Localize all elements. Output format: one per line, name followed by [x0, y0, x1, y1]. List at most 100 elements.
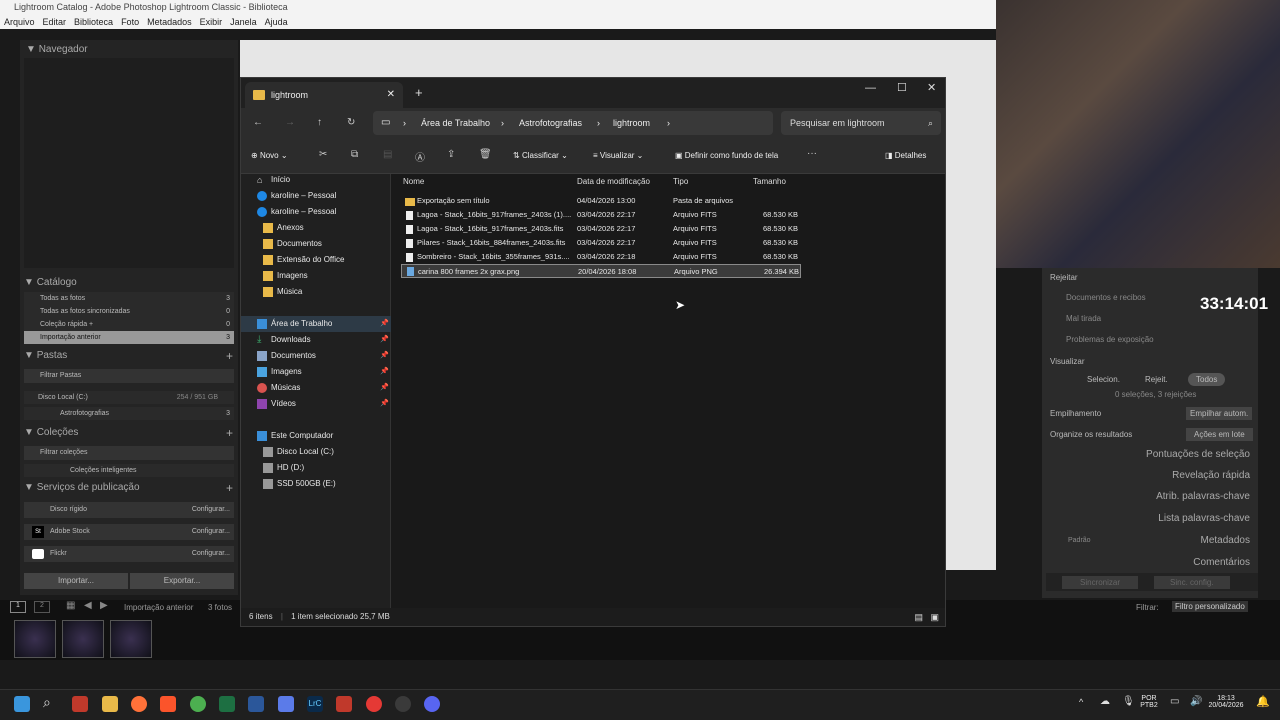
menu-foto[interactable]: Foto [121, 15, 139, 29]
forward-icon[interactable]: → [285, 117, 295, 128]
nav-drive-c[interactable]: Disco Local (C:) [261, 444, 397, 460]
nav-documentos[interactable]: Documentos [261, 236, 397, 252]
menu-biblioteca[interactable]: Biblioteca [74, 15, 113, 29]
filter-select[interactable]: Filtro personalizado [1172, 601, 1248, 612]
add-publish-icon[interactable]: + [226, 481, 233, 495]
nav-anexos[interactable]: Anexos [261, 220, 397, 236]
word-icon[interactable] [248, 696, 264, 712]
minimize-icon[interactable]: — [865, 82, 876, 94]
network-icon[interactable]: ▭ [1170, 696, 1179, 707]
brave-icon[interactable] [160, 696, 176, 712]
nav-musica[interactable]: Música [261, 284, 397, 300]
view-rejected[interactable]: Rejeit. [1145, 375, 1168, 384]
view-all[interactable]: Todos [1188, 373, 1226, 386]
rename-icon[interactable]: Ⓐ [415, 149, 425, 164]
folder-astrofotografias[interactable]: Astrofotografias 3 [24, 407, 234, 420]
app-icon[interactable] [278, 696, 294, 712]
search-taskbar-icon[interactable]: ⌕ [43, 694, 51, 711]
refresh-icon[interactable]: ↻ [347, 117, 355, 128]
smart-collections[interactable]: Coleções inteligentes [24, 464, 234, 477]
catalog-item-selected[interactable]: Importação anterior 3 [24, 331, 234, 344]
back-icon[interactable]: ← [253, 117, 263, 128]
file-row[interactable]: Lagoa - Stack_16bits_917frames_2403s (1)… [401, 208, 801, 222]
more-icon[interactable]: ··· [807, 148, 817, 159]
catalog-item[interactable]: Todas as fotos sincronizadas 0 [24, 305, 234, 318]
menu-arquivo[interactable]: Arquivo [4, 15, 35, 29]
publish-flickr[interactable]: Flickr Configurar... [24, 546, 234, 562]
nav-this-pc[interactable]: Este Computador [255, 428, 391, 444]
menu-exibir[interactable]: Exibir [200, 15, 223, 29]
volume-icon[interactable]: 🔊 [1190, 696, 1202, 707]
sync-settings-button[interactable]: Sinc. config. [1154, 576, 1230, 589]
auto-stack-button[interactable]: Empilhar autom. [1186, 407, 1253, 420]
discord-icon[interactable] [424, 696, 440, 712]
configure-link[interactable]: Configurar... [192, 502, 230, 518]
catalog-header[interactable]: ▼ Catálogo [24, 277, 77, 288]
view-picked[interactable]: Selecion. [1087, 375, 1120, 384]
new-button[interactable]: ⊕ Novo ⌄ [251, 151, 288, 160]
maximize-icon[interactable]: ☐ [897, 81, 907, 94]
film-thumbnail[interactable] [14, 620, 56, 658]
section-keyword-list[interactable]: Lista palavras-chave [1158, 513, 1250, 524]
configure-link[interactable]: Configurar... [192, 546, 230, 562]
check-bad-shot[interactable]: Mal tirada [1066, 314, 1101, 323]
quick-downloads[interactable]: ⤓ Downloads 📌 [255, 332, 391, 348]
navigator-header[interactable]: ▼ Navegador [26, 44, 88, 55]
quick-desktop[interactable]: Área de Trabalho 📌 [241, 316, 391, 332]
up-icon[interactable]: ↑ [317, 117, 322, 128]
delete-icon[interactable]: 🗑 [479, 149, 492, 160]
batch-actions-button[interactable]: Ações em lote [1186, 428, 1253, 441]
start-icon[interactable] [14, 696, 30, 712]
breadcrumb-desktop[interactable]: Área de Trabalho [421, 111, 490, 135]
menu-janela[interactable]: Janela [230, 15, 257, 29]
address-bar[interactable]: ▭ › Área de Trabalho › Astrofotografias … [373, 111, 773, 135]
view-button[interactable]: ≡ Visualizar ⌄ [593, 151, 643, 160]
add-collection-icon[interactable]: + [226, 426, 233, 440]
quick-music[interactable]: Músicas 📌 [255, 380, 391, 396]
col-name[interactable]: Nome [403, 177, 424, 186]
tray-chevron-icon[interactable]: ^ [1079, 697, 1083, 707]
excel-icon[interactable] [219, 696, 235, 712]
publish-adobe-stock[interactable]: St Adobe Stock Configurar... [24, 524, 234, 540]
metadata-preset[interactable]: Padrão [1068, 537, 1091, 544]
quick-videos[interactable]: Vídeos 📌 [255, 396, 391, 412]
menu-metadados[interactable]: Metadados [147, 15, 192, 29]
file-row-selected[interactable]: carina 800 frames 2x grax.png 20/04/2026 … [401, 264, 801, 278]
breadcrumb-astro[interactable]: Astrofotografias [519, 111, 582, 135]
collections-header[interactable]: ▼ Coleções [24, 427, 78, 438]
quick-documents[interactable]: Documentos 📌 [255, 348, 391, 364]
publish-disk[interactable]: Disco rígido Configurar... [24, 502, 234, 518]
new-tab-icon[interactable]: + [415, 85, 423, 100]
filter-folders-input[interactable]: Filtrar Pastas [24, 369, 234, 383]
import-button[interactable]: Importar... [24, 573, 128, 589]
chrome-icon[interactable] [190, 696, 206, 712]
app-icon[interactable] [336, 696, 352, 712]
clock[interactable]: 18:13 20/04/2026 [1204, 695, 1248, 709]
set-wallpaper-button[interactable]: ▣ Definir como fundo de tela [675, 151, 778, 160]
screen-2-button[interactable]: 2 [34, 601, 50, 613]
col-size[interactable]: Tamanho [753, 177, 786, 186]
col-type[interactable]: Tipo [673, 177, 688, 186]
firefox-icon[interactable] [131, 696, 147, 712]
section-keywording[interactable]: Atrib. palavras-chave [1156, 491, 1250, 502]
menu-editar[interactable]: Editar [43, 15, 67, 29]
file-row[interactable]: Sombreiro - Stack_16bits_355frames_931s.… [401, 250, 801, 264]
tab-lightroom[interactable]: lightroom ✕ [245, 82, 403, 108]
export-button[interactable]: Exportar... [130, 573, 234, 589]
filter-collections-input[interactable]: Filtrar coleções [24, 446, 234, 460]
file-row[interactable]: Exportação sem título 04/04/2026 13:00 Pas… [401, 194, 801, 208]
input-language[interactable]: POR PTB2 [1140, 695, 1158, 709]
check-documents[interactable]: Documentos e recibos [1066, 293, 1146, 302]
nav-imagens[interactable]: Imagens [261, 268, 397, 284]
microphone-icon[interactable]: 🎙 [1122, 696, 1135, 707]
details-view-icon[interactable]: ▤ [914, 608, 923, 626]
nav-drive-d[interactable]: HD (D:) [261, 460, 397, 476]
nav-home[interactable]: ⌂ Início [255, 172, 391, 188]
section-quick-develop[interactable]: Revelação rápida [1172, 470, 1250, 481]
next-arrow-icon[interactable]: ▶ [100, 600, 108, 611]
notification-icon[interactable]: 🔔 [1256, 695, 1270, 708]
film-thumbnail[interactable] [110, 620, 152, 658]
screen-1-button[interactable]: 1 [10, 601, 26, 613]
nav-office[interactable]: Extensão do Office [261, 252, 397, 268]
nav-onedrive-2[interactable]: karoline – Pessoal [255, 204, 391, 220]
